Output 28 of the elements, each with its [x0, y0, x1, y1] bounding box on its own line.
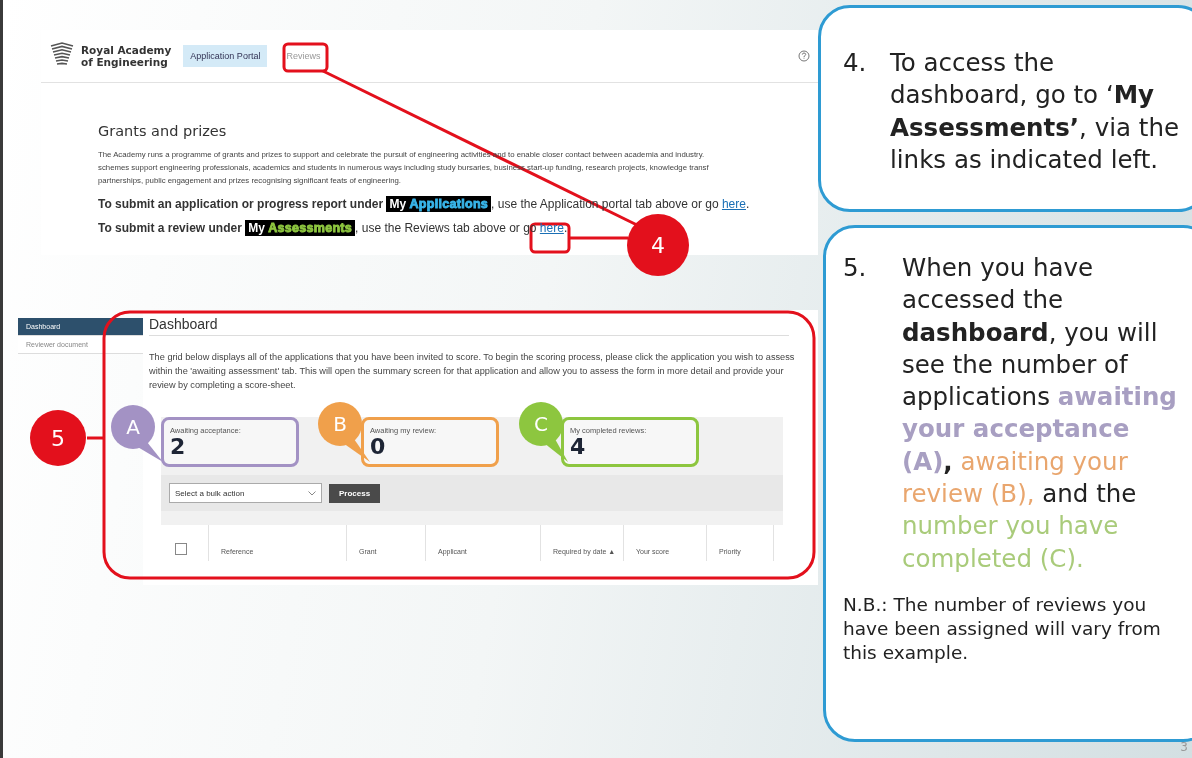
highlight-frame — [282, 42, 329, 73]
logo-text: Royal Academy of Engineering — [81, 44, 172, 68]
letter-badge: A — [111, 405, 155, 449]
step-number: 4. — [843, 47, 868, 79]
stat-count: 4 — [570, 435, 586, 459]
nav-tab[interactable]: Application Portal — [183, 45, 268, 67]
here-link[interactable]: here — [539, 221, 564, 235]
step-number: 5. — [843, 252, 868, 284]
connector-line — [570, 236, 628, 240]
callout-text: When you have accessed the dashboard, you will see the number of applications awaiting your acceptance (A), awaiting your review (B), and the number you have completed (C). — [902, 252, 1178, 575]
select-all-checkbox[interactable] — [175, 543, 187, 555]
process-button[interactable]: Process — [329, 483, 381, 503]
section-heading: Grants and prizes — [98, 123, 228, 139]
step-badge: 5 — [30, 410, 86, 466]
intro-paragraph: The grid below displays all of the applications that you have been invited to score. To begin the scoring process, please click the application you wish to assess within the 'awaiting assessment' tab. This will open the summary screen for that application and allow you to assess the form in more detail and provide your review by completing a score-sheet. — [149, 351, 796, 392]
note-text: N.B.: The number of reviews you have been assigned will vary from this example. — [843, 592, 1162, 665]
here-link[interactable]: here — [721, 197, 746, 211]
connector-line — [87, 436, 104, 440]
page-number: 3 — [1180, 740, 1188, 754]
stat-count: 2 — [170, 435, 186, 459]
callout-text: To access the dashboard, go to ‘My Assessments’, via the links as indicated left. — [890, 47, 1180, 176]
stat-count: 0 — [370, 435, 386, 459]
help-icon[interactable] — [798, 50, 810, 62]
chevron-down-icon[interactable] — [308, 490, 316, 496]
step-badge: 4 — [627, 214, 689, 276]
page-title: Dashboard — [149, 316, 789, 336]
instruction-text: To submit an application or progress report under My Applications , use the Application portal tab above or go here. — [98, 197, 751, 211]
bulk-action-select[interactable]: Select a bulk action — [169, 483, 322, 503]
